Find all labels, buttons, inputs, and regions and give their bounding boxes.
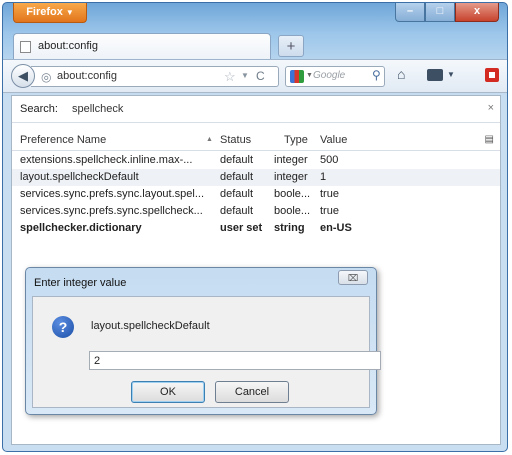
pref-name: layout.spellcheckDefault <box>20 171 139 183</box>
pref-type: integer <box>274 171 308 183</box>
pref-type: boole... <box>274 205 311 217</box>
dialog-body: ? layout.spellcheckDefault OK Cancel <box>32 296 381 408</box>
pref-value: true <box>320 188 339 200</box>
home-icon[interactable]: ⌂ <box>397 66 405 82</box>
pref-type: boole... <box>274 188 311 200</box>
url-bar[interactable]: ◎ about:config ☆ ▼ C <box>31 66 279 87</box>
url-text[interactable]: about:config <box>57 70 117 82</box>
config-search-input[interactable] <box>68 100 483 118</box>
table-row[interactable]: services.sync.prefs.sync.spellcheck... d… <box>12 203 500 220</box>
firefox-menu-label: Firefox <box>26 6 63 18</box>
title-bar: Firefox ▼ – □ x <box>3 3 507 29</box>
downloads-dropdown-icon[interactable]: ▼ <box>447 70 455 79</box>
pref-status: default <box>220 171 254 183</box>
column-picker-icon[interactable]: ▤ <box>485 134 494 145</box>
search-icon[interactable]: ⚲ <box>372 68 381 82</box>
close-icon[interactable]: ⌧ <box>338 270 368 285</box>
pref-type: integer <box>274 154 308 166</box>
pref-value: 1 <box>320 171 327 183</box>
pref-value: 500 <box>320 154 339 166</box>
minimize-button[interactable]: – <box>395 3 425 22</box>
search-engine-icon[interactable] <box>290 70 304 83</box>
table-row[interactable]: layout.spellcheckDefault default integer… <box>12 169 500 186</box>
column-value[interactable]: Value <box>320 134 347 146</box>
pref-name: services.sync.prefs.sync.spellcheck... <box>20 205 203 217</box>
chevron-down-icon: ▼ <box>65 8 74 17</box>
window-controls: – □ x <box>395 3 499 22</box>
navigation-toolbar: ◎ about:config ☆ ▼ C ◀ ▼ Google ⚲ ⌂ ▼ <box>3 59 507 93</box>
pref-status: default <box>220 188 254 200</box>
tab-label: about:config <box>38 40 98 52</box>
site-identity-icon[interactable]: ◎ <box>41 70 51 84</box>
sort-ascending-icon: ▲ <box>206 136 213 143</box>
new-tab-button[interactable]: + <box>278 35 304 57</box>
table-row[interactable]: extensions.spellcheck.inline.max-... def… <box>12 152 500 169</box>
config-search-row: Search: × <box>12 96 500 123</box>
reload-icon[interactable]: C <box>256 69 265 83</box>
close-window-button[interactable]: x <box>455 3 499 22</box>
pref-status: user set <box>220 222 263 234</box>
cancel-button[interactable]: Cancel <box>215 381 289 403</box>
clear-search-icon[interactable]: × <box>488 102 494 114</box>
search-placeholder: Google <box>313 70 346 81</box>
pref-type: string <box>274 222 305 234</box>
back-button[interactable]: ◀ <box>11 64 35 88</box>
web-search-box[interactable]: ▼ Google ⚲ <box>285 66 385 87</box>
tab-strip: about:config + <box>13 33 503 59</box>
pref-status: default <box>220 205 254 217</box>
engine-dropdown-icon[interactable]: ▼ <box>306 72 313 79</box>
pref-value: en-US <box>320 222 352 234</box>
column-preference-name[interactable]: Preference Name <box>20 134 106 146</box>
pref-status: default <box>220 154 254 166</box>
pref-name: services.sync.prefs.sync.layout.spel... <box>20 188 205 200</box>
dialog-prompt: layout.spellcheckDefault <box>91 320 210 332</box>
ok-button[interactable]: OK <box>131 381 205 403</box>
addon-icon[interactable] <box>485 68 499 82</box>
bookmark-star-icon[interactable]: ☆ <box>224 69 236 85</box>
history-dropdown-icon[interactable]: ▼ <box>241 71 249 80</box>
tab-about-config[interactable]: about:config <box>13 33 271 59</box>
pref-value: true <box>320 205 339 217</box>
page-icon <box>20 41 31 53</box>
downloads-icon[interactable] <box>427 69 443 81</box>
maximize-button[interactable]: □ <box>425 3 455 22</box>
dialog-title: Enter integer value <box>34 277 127 289</box>
question-icon: ? <box>52 316 74 338</box>
pref-name: extensions.spellcheck.inline.max-... <box>20 154 193 166</box>
column-type[interactable]: Type <box>284 134 308 146</box>
table-row[interactable]: services.sync.prefs.sync.layout.spel... … <box>12 186 500 203</box>
integer-prompt-dialog: Enter integer value ⌧ ? layout.spellchec… <box>25 267 381 415</box>
pref-name: spellchecker.dictionary <box>20 222 142 234</box>
search-label: Search: <box>20 103 58 115</box>
column-status[interactable]: Status <box>220 134 251 146</box>
table-header: Preference Name ▲ Status Type Value ▤ <box>12 130 500 151</box>
integer-value-input[interactable] <box>89 351 381 370</box>
back-arrow-icon: ◀ <box>18 68 28 83</box>
firefox-menu-button[interactable]: Firefox ▼ <box>13 3 87 23</box>
table-row[interactable]: spellchecker.dictionary user set string … <box>12 220 500 237</box>
